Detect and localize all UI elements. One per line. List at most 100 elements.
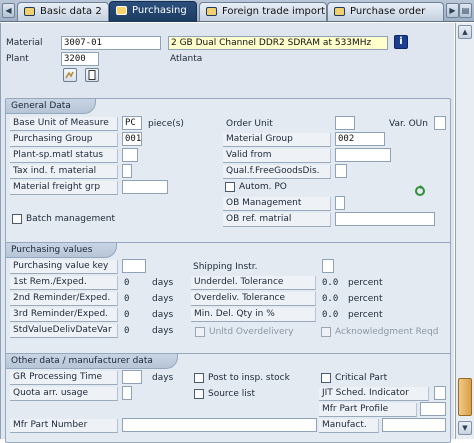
plant-field[interactable]: 3200 bbox=[61, 52, 99, 66]
post-to-inspection-label: Post to insp. stock bbox=[208, 373, 290, 383]
underdelivery-tolerance-value[interactable]: 0.0 bbox=[322, 277, 338, 289]
days-unit: days bbox=[152, 310, 174, 320]
source-list-checkbox[interactable] bbox=[194, 389, 204, 399]
material-group-label: Material Group bbox=[223, 133, 331, 147]
percent-unit: percent bbox=[348, 310, 383, 320]
order-unit-field[interactable] bbox=[335, 116, 355, 130]
freight-group-field[interactable] bbox=[122, 180, 168, 194]
quota-usage-label: Quota arr. usage bbox=[10, 387, 118, 401]
days-unit: days bbox=[152, 326, 174, 336]
purchasing-group-field[interactable]: 001 bbox=[122, 132, 142, 146]
second-reminder-label: 2nd Reminder/Exped. bbox=[10, 292, 118, 306]
critical-part-checkbox[interactable] bbox=[321, 373, 331, 383]
overdelivery-tolerance-value[interactable]: 0.0 bbox=[322, 293, 338, 305]
base-uom-field[interactable]: PC bbox=[122, 116, 142, 130]
manufacturer-field[interactable] bbox=[382, 418, 446, 432]
general-data-group: General Data Base Unit of Measure PC pie… bbox=[5, 98, 451, 250]
purchasing-group-label: Purchasing Group bbox=[10, 133, 118, 147]
mfr-part-number-field[interactable] bbox=[122, 418, 317, 432]
plant-name: Atlanta bbox=[170, 54, 203, 64]
tab-list-button[interactable]: ▤ bbox=[459, 3, 472, 18]
tab-foreign-trade-import[interactable]: Foreign trade import bbox=[199, 2, 327, 21]
scroll-thumb[interactable] bbox=[458, 378, 472, 416]
valid-from-field[interactable] bbox=[335, 148, 391, 162]
purchasing-value-key-label: Purchasing value key bbox=[10, 260, 118, 274]
main-panel: Material 3007-01 2 GB Dual Channel DDR2 … bbox=[0, 23, 454, 443]
mfr-part-profile-label: Mfr Part Profile bbox=[319, 403, 417, 417]
shipping-instr-label: Shipping Instr. bbox=[193, 262, 258, 272]
tab-screen-icon bbox=[206, 7, 217, 16]
base-uom-text: piece(s) bbox=[148, 119, 184, 129]
jit-indicator-label: JIT Sched. Indicator bbox=[319, 387, 429, 401]
tax-ind-label: Tax ind. f. material bbox=[10, 165, 118, 179]
var-oun-field[interactable] bbox=[434, 116, 446, 130]
qual-free-goods-label: Qual.f.FreeGoodsDis. bbox=[223, 165, 331, 179]
autom-po-checkbox[interactable] bbox=[225, 182, 235, 192]
std-value-deliv-date-label: StdValueDelivDateVar bbox=[10, 324, 118, 338]
group-title: General Data bbox=[6, 99, 96, 114]
plant-sp-status-field[interactable] bbox=[122, 148, 138, 162]
post-to-inspection-checkbox[interactable] bbox=[194, 373, 204, 383]
plant-sp-status-label: Plant-sp.matl status bbox=[10, 149, 118, 163]
var-oun-label: Var. OUn bbox=[389, 119, 428, 129]
other-data-group: Other data / manufacturer data GR Proces… bbox=[5, 353, 451, 443]
material-group-field[interactable]: 002 bbox=[335, 132, 385, 146]
refresh-icon[interactable] bbox=[414, 185, 426, 197]
scroll-up-arrow-icon[interactable]: ▲ bbox=[458, 25, 472, 39]
first-reminder-value[interactable]: 0 bbox=[124, 277, 129, 289]
overdelivery-tolerance-label: Overdeliv. Tolerance bbox=[191, 292, 316, 306]
tab-screen-icon bbox=[116, 6, 127, 15]
ob-management-label: OB Management bbox=[223, 197, 331, 211]
tax-ind-field[interactable] bbox=[122, 164, 132, 178]
vertical-scrollbar[interactable]: ▲ ▼ bbox=[455, 23, 474, 439]
critical-part-label: Critical Part bbox=[335, 373, 388, 383]
tab-label: Purchasing bbox=[132, 5, 187, 16]
tab-label: Purchase order bbox=[350, 6, 426, 17]
gr-processing-time-field[interactable] bbox=[122, 370, 142, 384]
tab-purchasing[interactable]: Purchasing bbox=[109, 1, 197, 22]
purchasing-value-key-field[interactable] bbox=[122, 259, 146, 273]
scroll-down-arrow-icon[interactable]: ▼ bbox=[458, 421, 472, 435]
days-unit: days bbox=[152, 278, 174, 288]
batch-management-checkbox[interactable] bbox=[12, 214, 22, 224]
material-description-field[interactable]: 2 GB Dual Channel DDR2 SDRAM at 533MHz bbox=[168, 36, 388, 50]
qual-free-goods-field[interactable] bbox=[335, 164, 347, 178]
first-reminder-label: 1st Rem./Exped. bbox=[10, 276, 118, 290]
min-delivery-qty-label: Min. Del. Qty in % bbox=[191, 308, 316, 322]
tab-scroll-left-button[interactable]: ◀ bbox=[2, 3, 15, 18]
tab-label: Foreign trade import bbox=[222, 6, 326, 17]
tab-purchase-order[interactable]: Purchase order bbox=[327, 2, 444, 21]
tab-scroll-right-button[interactable]: ▶ bbox=[446, 3, 459, 18]
plant-label: Plant bbox=[6, 54, 29, 64]
autom-po-label: Autom. PO bbox=[239, 182, 287, 192]
third-reminder-value[interactable]: 0 bbox=[124, 309, 129, 321]
purchasing-values-group: Purchasing values Purchasing value key S… bbox=[5, 242, 451, 356]
quota-usage-field[interactable] bbox=[122, 386, 132, 400]
group-title: Other data / manufacturer data bbox=[6, 354, 178, 369]
material-label: Material bbox=[6, 38, 43, 48]
mfr-part-profile-field[interactable] bbox=[420, 402, 446, 416]
tab-label: Basic data 2 bbox=[40, 6, 102, 17]
ob-ref-material-field[interactable] bbox=[335, 212, 435, 226]
days-unit: days bbox=[152, 373, 174, 383]
document-icon[interactable] bbox=[85, 68, 99, 82]
jit-indicator-field[interactable] bbox=[434, 386, 446, 400]
mfr-part-number-label: Mfr Part Number bbox=[10, 419, 118, 433]
underdelivery-tolerance-label: Underdel. Tolerance bbox=[191, 276, 316, 290]
info-icon[interactable]: i bbox=[394, 35, 408, 49]
std-value-deliv-date-value[interactable]: 0 bbox=[124, 325, 129, 337]
freight-group-label: Material freight grp bbox=[10, 181, 118, 195]
batch-management-label: Batch management bbox=[26, 214, 116, 224]
ob-management-field[interactable] bbox=[335, 196, 345, 210]
material-field[interactable]: 3007-01 bbox=[61, 36, 161, 50]
second-reminder-value[interactable]: 0 bbox=[124, 293, 129, 305]
percent-unit: percent bbox=[348, 294, 383, 304]
tab-basic-data-2[interactable]: Basic data 2 bbox=[17, 2, 109, 21]
plant-overview-icon[interactable] bbox=[63, 68, 77, 82]
acknowledgment-reqd-label: Acknowledgment Reqd bbox=[335, 327, 439, 337]
shipping-instr-field[interactable] bbox=[322, 259, 334, 273]
min-delivery-qty-value[interactable]: 0.0 bbox=[322, 309, 338, 321]
percent-unit: percent bbox=[348, 278, 383, 288]
valid-from-label: Valid from bbox=[223, 149, 331, 163]
order-unit-label: Order Unit bbox=[226, 119, 273, 129]
